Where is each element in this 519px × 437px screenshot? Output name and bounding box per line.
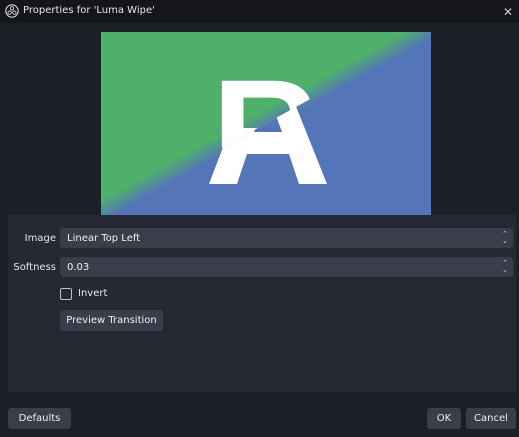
window-title: Properties for 'Luma Wipe' xyxy=(23,5,155,16)
spin-arrows-icon[interactable]: ⌃ ⌄ xyxy=(500,259,510,275)
preview-transition-label: Preview Transition xyxy=(66,315,157,326)
cancel-label: Cancel xyxy=(474,413,508,424)
softness-spinbox[interactable]: 0.03 ⌃ ⌄ xyxy=(60,257,513,277)
invert-checkbox[interactable] xyxy=(60,288,72,300)
softness-label: Softness xyxy=(13,262,56,273)
image-select-value: Linear Top Left xyxy=(67,232,141,244)
preview-area: R xyxy=(0,23,519,215)
cancel-button[interactable]: Cancel xyxy=(466,408,516,429)
image-select[interactable]: Linear Top Left ⌃ ⌄ xyxy=(60,228,513,248)
softness-value: 0.03 xyxy=(67,261,90,273)
preview-transition-button[interactable]: Preview Transition xyxy=(60,310,163,331)
properties-dialog: Properties for 'Luma Wipe' ✕ Image Linea… xyxy=(0,0,519,437)
obs-logo-icon xyxy=(5,4,19,18)
title-bar: Properties for 'Luma Wipe' ✕ xyxy=(0,0,519,23)
transition-preview-image: R xyxy=(101,32,431,215)
ok-button[interactable]: OK xyxy=(427,408,461,429)
close-icon: ✕ xyxy=(502,4,514,19)
invert-label: Invert xyxy=(78,288,108,299)
close-button[interactable]: ✕ xyxy=(497,0,519,23)
defaults-button[interactable]: Defaults xyxy=(8,408,71,429)
image-label: Image xyxy=(24,233,56,244)
ok-label: OK xyxy=(436,413,452,424)
defaults-label: Defaults xyxy=(18,413,61,424)
chevron-updown-icon: ⌃ ⌄ xyxy=(502,230,508,245)
